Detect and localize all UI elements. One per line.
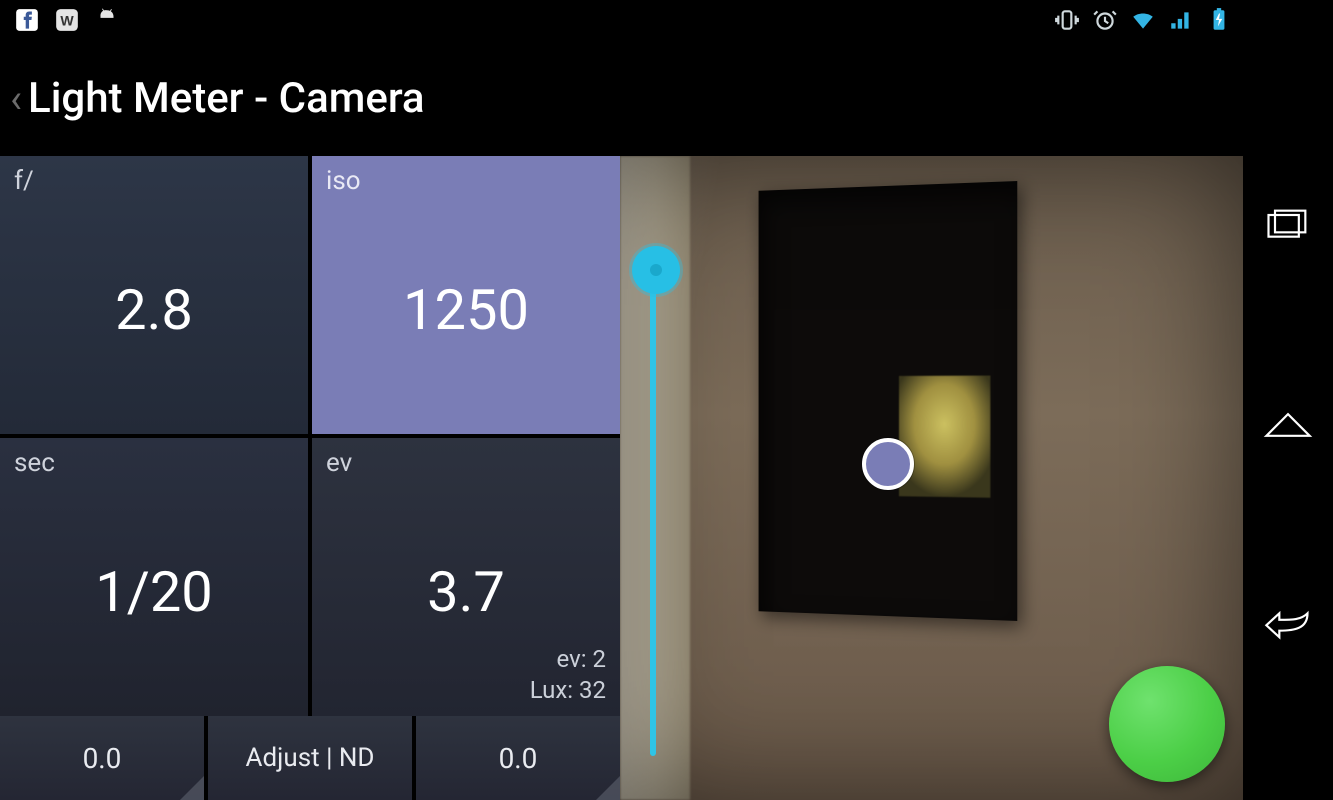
back-button[interactable] (1262, 602, 1314, 642)
app-title: Light Meter - Camera (28, 74, 425, 123)
ev-extra-lux: Lux: 32 (530, 675, 606, 706)
adjust-nd-text: Adjust | ND (246, 743, 375, 773)
ev-extra-ev: ev: 2 (530, 644, 606, 675)
readings-pane: f/ 2.8 iso 1250 sec 1/20 ev 3.7 ev: 2 L (0, 156, 620, 800)
spinner-corner-icon (596, 776, 620, 800)
alarm-icon (1092, 7, 1118, 33)
exposure-slider-track[interactable] (650, 256, 656, 756)
app-title-bar[interactable]: ‹ Light Meter - Camera (0, 40, 1243, 156)
shutter-label: sec (14, 448, 294, 478)
shutter-value: 1/20 (14, 478, 294, 706)
preview-object-frame (759, 181, 1018, 621)
exposure-slider-thumb[interactable] (632, 246, 680, 294)
adjust-left-text: 0.0 (83, 742, 122, 775)
vibrate-icon (1054, 7, 1080, 33)
aperture-tile[interactable]: f/ 2.8 (0, 156, 308, 434)
wifi-icon (1130, 7, 1156, 33)
facebook-icon (14, 7, 40, 33)
aperture-value: 2.8 (14, 196, 294, 424)
w-app-icon: W (54, 7, 80, 33)
content-area: f/ 2.8 iso 1250 sec 1/20 ev 3.7 ev: 2 L (0, 156, 1243, 800)
aperture-label: f/ (14, 166, 294, 196)
shutter-tile[interactable]: sec 1/20 (0, 438, 308, 716)
spinner-corner-icon (180, 776, 204, 800)
android-icon (94, 7, 120, 33)
ev-label: ev (326, 448, 606, 478)
back-chevron-icon[interactable]: ‹ (10, 75, 22, 122)
capture-button[interactable] (1109, 666, 1225, 782)
home-button[interactable] (1262, 405, 1314, 445)
recents-button[interactable] (1262, 208, 1314, 248)
status-left-icons: W (14, 7, 120, 33)
adjust-right-text: 0.0 (499, 742, 538, 775)
battery-charging-icon (1206, 7, 1232, 33)
iso-value: 1250 (326, 196, 606, 424)
device-screen: W 10:23 ‹ Light (0, 0, 1333, 800)
spot-meter-marker[interactable] (862, 438, 914, 490)
adjust-left-value[interactable]: 0.0 (0, 716, 204, 800)
iso-tile[interactable]: iso 1250 (312, 156, 620, 434)
camera-preview[interactable] (620, 156, 1243, 800)
cell-signal-icon (1168, 7, 1194, 33)
ev-extra-readout: ev: 2 Lux: 32 (530, 644, 606, 706)
svg-text:W: W (60, 12, 74, 28)
adjust-nd-label[interactable]: Adjust | ND (208, 716, 412, 800)
device-nav-bar (1243, 0, 1333, 800)
status-bar: W 10:23 (0, 0, 1333, 40)
ev-tile[interactable]: ev 3.7 ev: 2 Lux: 32 (312, 438, 620, 716)
adjust-right-value[interactable]: 0.0 (416, 716, 620, 800)
iso-label: iso (326, 166, 606, 196)
